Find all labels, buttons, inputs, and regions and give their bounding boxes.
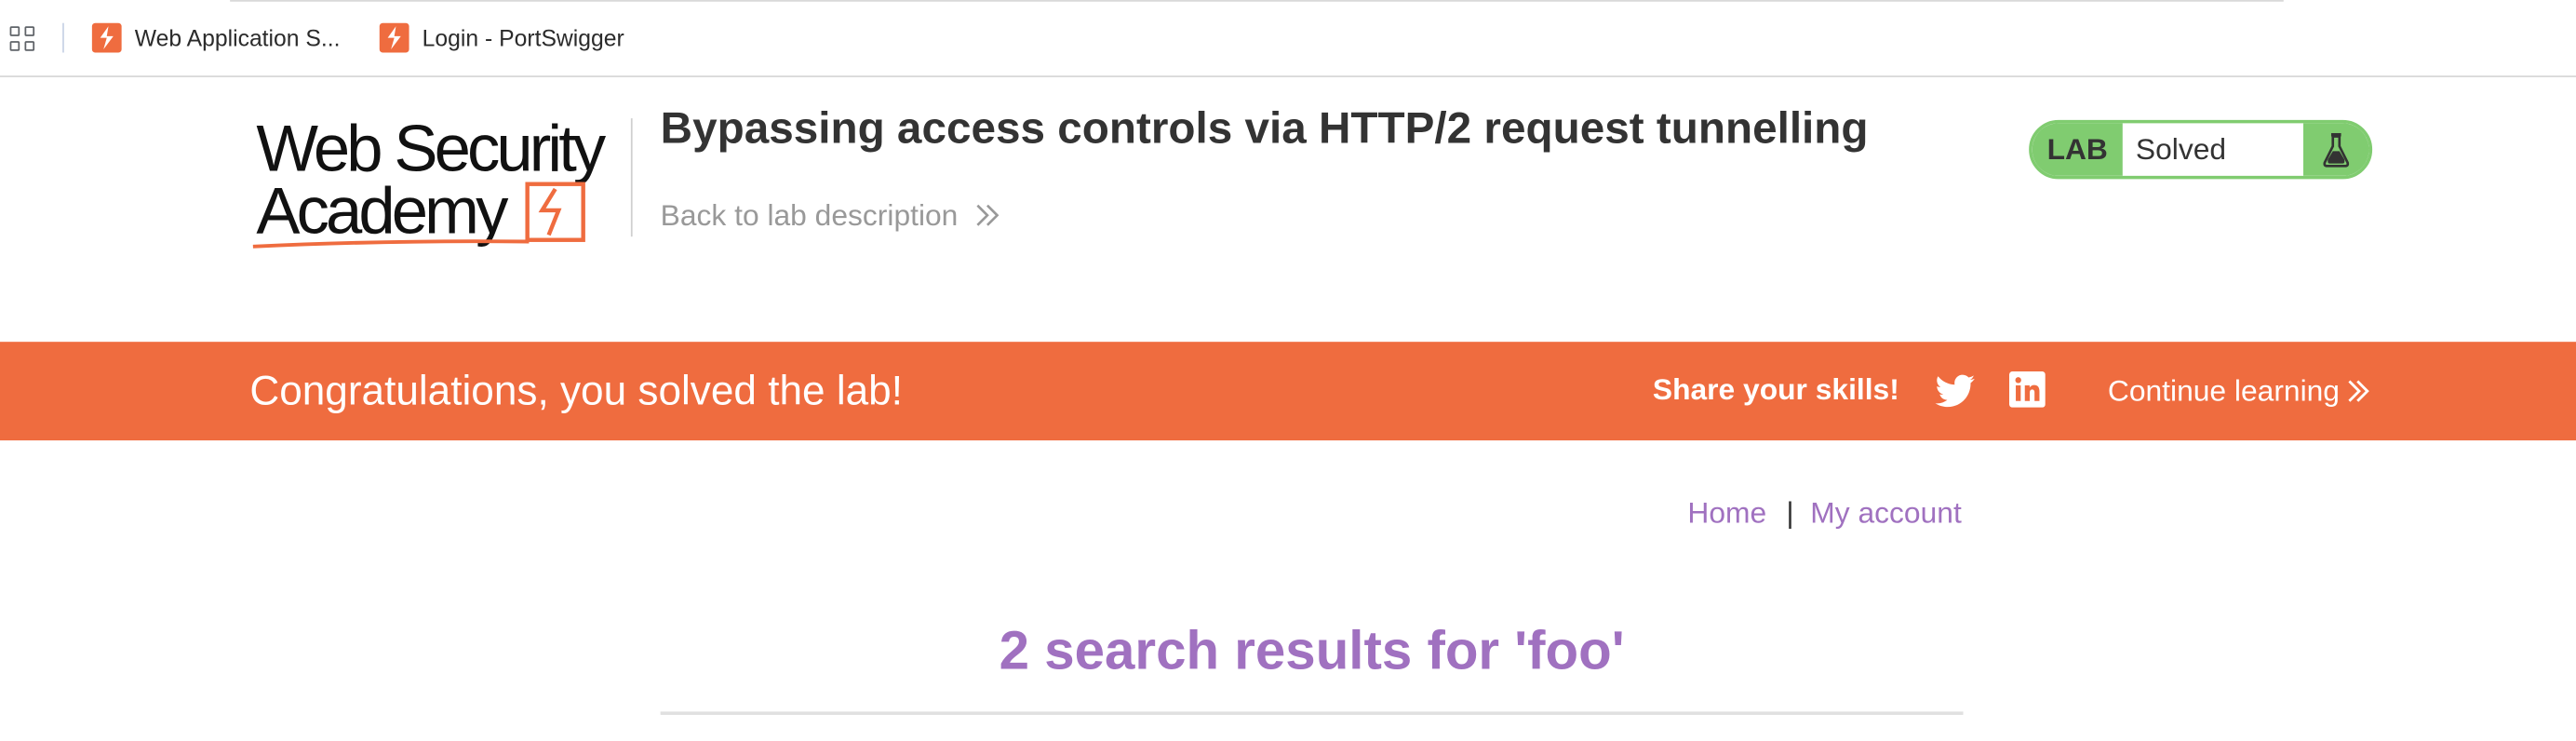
lab-status-badge: LAB — [2032, 123, 2123, 176]
bookmarks-separator — [62, 22, 64, 53]
back-link-label: Back to lab description — [660, 197, 959, 232]
browser-viewport: Web Application S... Login - PortSwigger… — [0, 0, 2576, 739]
share-skills-label: Share your skills! — [1652, 372, 1899, 407]
nav-separator: | — [1786, 496, 1794, 530]
top-navigation: Home | My account — [1687, 496, 1961, 531]
banner-message: Congratulations, you solved the lab! — [249, 368, 904, 414]
lab-status-text: Solved — [2135, 132, 2227, 166]
continue-learning-label: Continue learning — [2107, 373, 2340, 407]
my-account-link[interactable]: My account — [1810, 496, 1961, 531]
bookmark-item[interactable]: Web Application S... — [91, 21, 341, 54]
bookmark-item[interactable]: Login - PortSwigger — [379, 21, 624, 54]
logo-divider — [630, 118, 633, 237]
portswigger-favicon-icon — [379, 22, 409, 53]
twitter-icon[interactable] — [1935, 373, 1975, 410]
apps-grid-icon[interactable] — [9, 26, 36, 52]
bookmark-label: Web Application S... — [134, 24, 341, 51]
continue-learning-link[interactable]: Continue learning — [2108, 373, 2371, 410]
home-link[interactable]: Home — [1687, 496, 1766, 531]
double-chevron-right-icon — [2348, 380, 2370, 402]
back-to-lab-description-link[interactable]: Back to lab description — [661, 197, 1001, 234]
toolbar-divider — [230, 0, 2284, 2]
flask-icon — [2302, 123, 2369, 176]
bookmarks-bar: Web Application S... Login - PortSwigger — [0, 0, 2576, 77]
search-results-title: 2 search results for 'foo' — [999, 619, 1625, 680]
logo-line-2: Academy — [256, 174, 509, 248]
linkedin-icon[interactable] — [2008, 370, 2046, 408]
lab-title: Bypassing access controls via HTTP/2 req… — [660, 103, 1869, 154]
solved-banner: Congratulations, you solved the lab! Sha… — [0, 342, 2576, 441]
bookmark-label: Login - PortSwigger — [422, 24, 624, 51]
web-security-academy-logo[interactable]: Web Security Academy — [249, 112, 631, 260]
portswigger-favicon-icon — [91, 22, 122, 53]
double-chevron-right-icon — [976, 204, 1000, 226]
results-divider — [660, 711, 1964, 715]
lab-status-widget: LAB Solved — [2029, 119, 2373, 180]
